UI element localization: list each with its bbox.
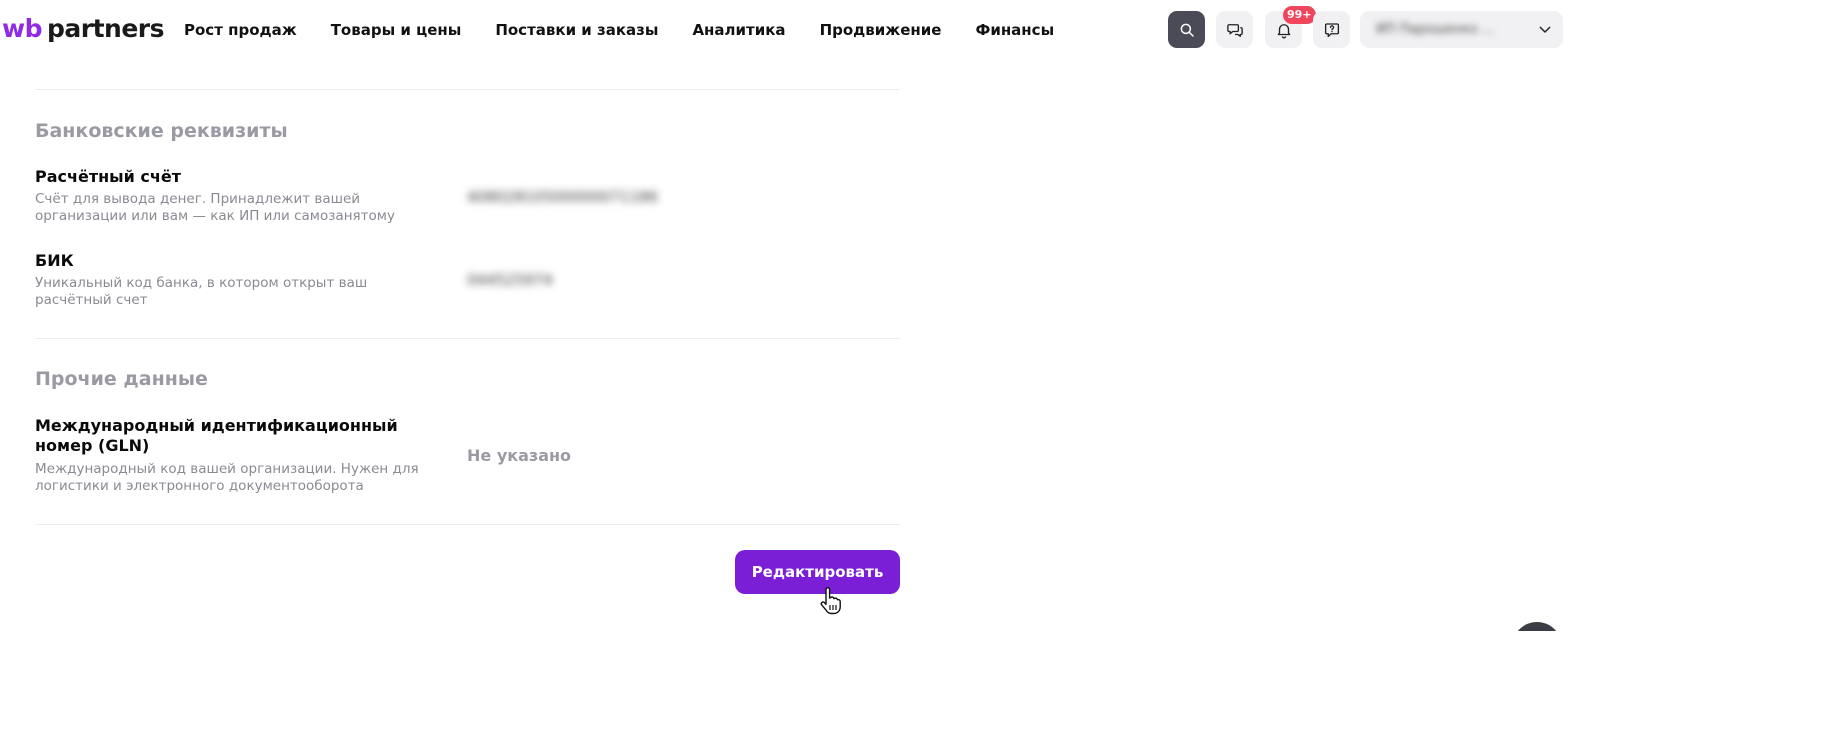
- nav-item-finance[interactable]: Финансы: [975, 19, 1054, 41]
- chat-icon: [1226, 23, 1243, 37]
- bik-value: 044525974: [467, 271, 553, 289]
- nav-item-analytics[interactable]: Аналитика: [692, 19, 785, 41]
- help-button[interactable]: [1313, 11, 1350, 48]
- nav-item-goods-prices[interactable]: Товары и цены: [331, 19, 462, 41]
- divider: [35, 524, 900, 525]
- account-name: ИП Парошенко ...: [1376, 22, 1495, 37]
- help-icon: [1324, 22, 1339, 37]
- divider: [35, 338, 900, 339]
- bik-label: БИК: [35, 251, 74, 270]
- chevron-down-icon: [1539, 26, 1551, 33]
- bank-details-title: Банковские реквизиты: [35, 120, 288, 142]
- search-icon: [1180, 23, 1194, 37]
- nav-item-promotion[interactable]: Продвижение: [820, 19, 942, 41]
- gln-value: Не указано: [467, 446, 572, 465]
- bik-description: Уникальный код банка, в котором открыт в…: [35, 275, 368, 308]
- wb-partners-logo[interactable]: wb partners: [2, 14, 165, 44]
- nav-item-supplies-orders[interactable]: Поставки и заказы: [495, 19, 658, 41]
- notifications-badge: 99+: [1283, 6, 1316, 24]
- nav-item-sales-growth[interactable]: Рост продаж: [184, 19, 297, 41]
- support-chat-button[interactable]: [1512, 622, 1562, 631]
- logo-partners: partners: [47, 14, 165, 43]
- account-number-label: Расчётный счёт: [35, 167, 182, 186]
- other-data-title: Прочие данные: [35, 368, 208, 390]
- logo-wb: wb: [2, 14, 43, 43]
- notifications-button[interactable]: 99+: [1265, 6, 1316, 48]
- hand-pointer-cursor-icon: [820, 587, 841, 615]
- divider: [35, 89, 900, 90]
- gln-description: Международный код вашей организации. Нуж…: [35, 461, 419, 494]
- page: wb partners Рост продаж Товары и цены По…: [0, 0, 1568, 631]
- search-button[interactable]: [1168, 11, 1205, 48]
- gln-label: Международный идентификационный номер (G…: [35, 416, 398, 455]
- account-number-description: Счёт для вывода денег. Принадлежит вашей…: [35, 191, 395, 224]
- chat-button[interactable]: [1216, 11, 1253, 48]
- main-nav: Рост продаж Товары и цены Поставки и зак…: [184, 19, 1088, 41]
- account-selector[interactable]: ИП Парошенко ...: [1360, 11, 1563, 48]
- account-number-value: 40802810500000071186: [467, 188, 658, 206]
- top-header: wb partners Рост продаж Товары и цены По…: [0, 0, 1568, 60]
